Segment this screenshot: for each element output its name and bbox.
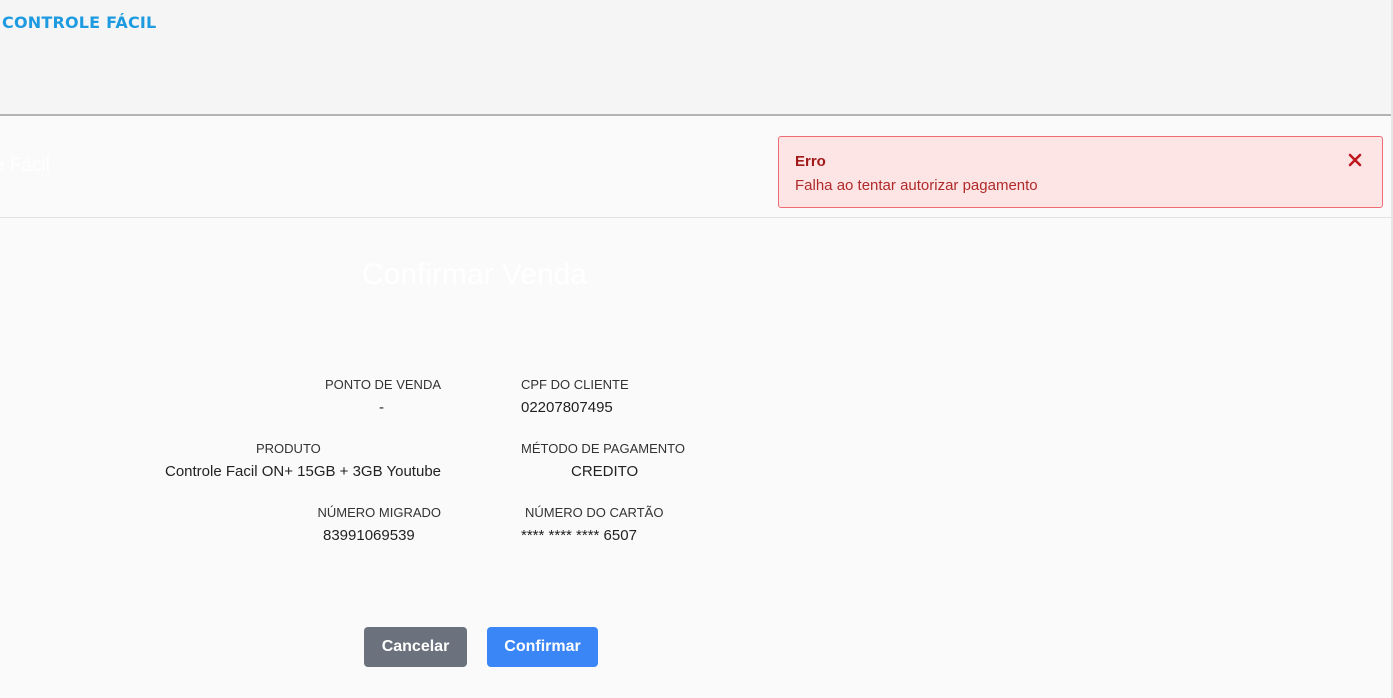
error-toast: Erro Falha ao tentar autorizar pagamento (778, 136, 1383, 208)
toast-title: Erro (795, 153, 826, 170)
toast-message: Falha ao tentar autorizar pagamento (795, 177, 1038, 194)
value-ponto-de-venda: - (379, 399, 384, 416)
confirm-button[interactable]: Confirmar (487, 627, 598, 667)
label-cpf-cliente: CPF DO CLIENTE (521, 377, 629, 392)
label-numero-cartao: NÚMERO DO CARTÃO (525, 505, 664, 520)
value-numero-migrado: 83991069539 (323, 527, 415, 544)
label-produto: PRODUTO (256, 441, 321, 456)
top-navbar: CONTROLE FÁCIL (0, 0, 1393, 116)
page-title: Confirmar Venda (362, 258, 588, 291)
value-produto: Controle Facil ON+ 15GB + 3GB Youtube (165, 463, 441, 480)
label-ponto-de-venda: PONTO DE VENDA (324, 377, 441, 392)
sub-header-brand: e Fácil (0, 155, 50, 176)
label-metodo-pagamento: MÉTODO DE PAGAMENTO (521, 441, 685, 456)
value-numero-cartao: **** **** **** 6507 (521, 527, 637, 544)
value-metodo-pagamento: CREDITO (571, 463, 639, 480)
cancel-button[interactable]: Cancelar (364, 627, 467, 667)
value-cpf-cliente: 02207807495 (521, 399, 613, 416)
brand-logo-text[interactable]: CONTROLE FÁCIL (2, 13, 156, 32)
label-numero-migrado: NÚMERO MIGRADO (317, 505, 442, 520)
close-icon[interactable] (1348, 153, 1362, 167)
